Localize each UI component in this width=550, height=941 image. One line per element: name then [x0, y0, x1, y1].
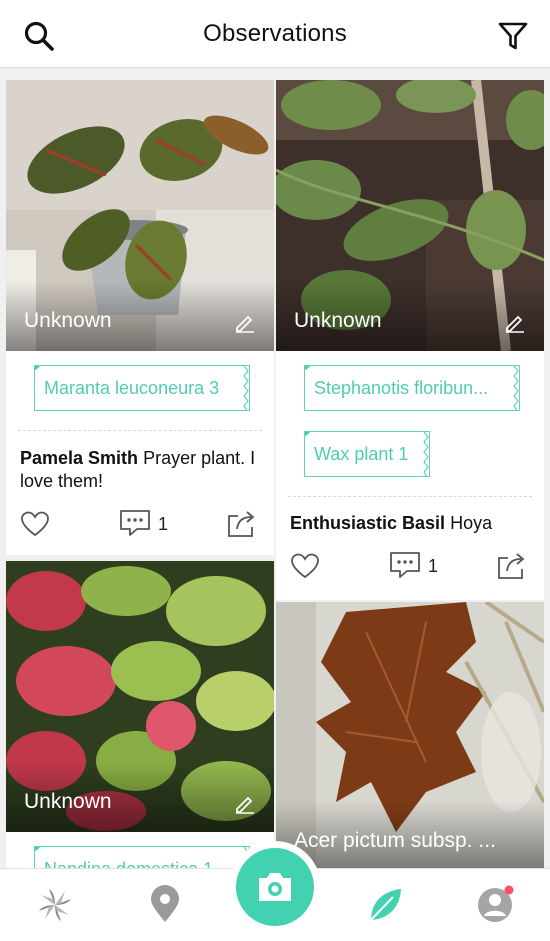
identification-tag[interactable]: Stephanotis floribun... [304, 365, 520, 411]
observation-caption: Pamela Smith Prayer plant. I love them! [20, 447, 262, 493]
heart-icon[interactable] [290, 552, 320, 580]
sprout-icon [35, 847, 40, 852]
caption-text: Hoya [450, 513, 493, 533]
observation-photo[interactable]: Acer pictum subsp. ... [276, 602, 544, 871]
divider [18, 430, 262, 431]
heart-icon[interactable] [20, 510, 50, 538]
divider [288, 496, 532, 497]
comment-count: 1 [158, 514, 169, 534]
sprout-icon [305, 366, 310, 371]
identification-tag[interactable]: Wax plant 1 [304, 431, 430, 477]
camera-button[interactable] [236, 848, 314, 926]
species-name: Unknown [294, 309, 382, 332]
observation-card[interactable]: Unknown Stephanotis floribun... Wax plan… [276, 80, 544, 600]
sprout-icon [305, 432, 310, 437]
comment-icon[interactable] [118, 508, 152, 538]
page-title: Observations [203, 20, 347, 47]
comment-count: 1 [428, 556, 439, 576]
leaf-icon[interactable] [365, 885, 405, 925]
user-name[interactable]: Enthusiastic Basil [290, 513, 445, 533]
observation-card[interactable]: Unknown Maranta leuconeura 3 Pamela Smit… [6, 80, 274, 555]
filter-icon[interactable] [496, 19, 530, 53]
observation-caption: Enthusiastic Basil Hoya [290, 512, 532, 535]
share-icon[interactable] [496, 550, 528, 580]
share-icon[interactable] [226, 508, 258, 538]
observation-photo[interactable]: Unknown [6, 80, 274, 351]
edit-pencil-icon[interactable] [234, 311, 256, 333]
edit-pencil-icon[interactable] [504, 311, 526, 333]
identification-tag[interactable]: Maranta leuconeura 3 [34, 365, 250, 411]
observation-photo[interactable]: Unknown [6, 561, 274, 832]
species-name: Acer pictum subsp. ... [294, 829, 496, 852]
user-name[interactable]: Pamela Smith [20, 448, 138, 468]
edit-pencil-icon[interactable] [234, 792, 256, 814]
notification-dot [504, 885, 514, 895]
card-actions: 1 [6, 508, 274, 544]
sprout-icon [35, 366, 40, 371]
card-actions: 1 [276, 550, 544, 586]
species-name: Unknown [24, 790, 112, 813]
comment-icon[interactable] [388, 550, 422, 580]
species-name: Unknown [24, 309, 112, 332]
top-app-bar: Observations [0, 0, 550, 68]
observation-card[interactable]: Acer pictum subsp. ... [276, 602, 544, 871]
profile-icon[interactable] [475, 885, 515, 925]
pinwheel-icon[interactable] [35, 885, 75, 925]
observation-card[interactable]: Unknown Nandina domestica 1 [6, 561, 274, 871]
camera-icon [259, 873, 291, 901]
map-pin-icon[interactable] [145, 885, 185, 925]
observation-photo[interactable]: Unknown [276, 80, 544, 351]
